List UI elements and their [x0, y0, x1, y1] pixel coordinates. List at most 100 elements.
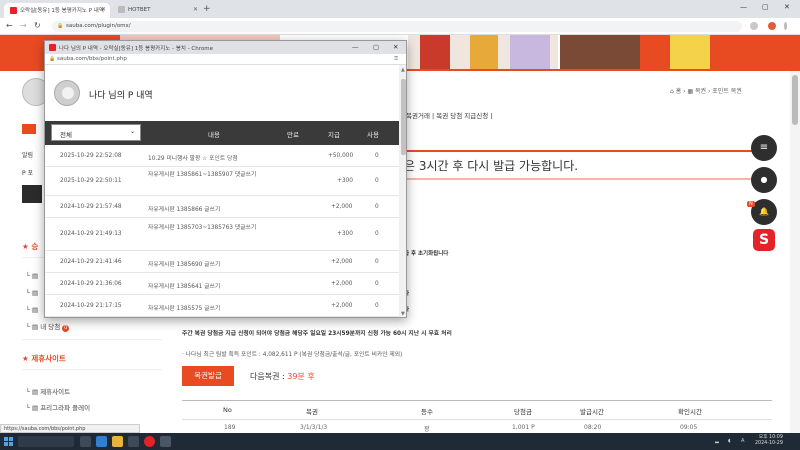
- row-used: 0: [375, 204, 379, 210]
- taskbar-search[interactable]: [18, 436, 74, 447]
- sidebar-item-label: 내 당첨: [40, 323, 61, 331]
- sidebar-item[interactable]: └ ▤: [26, 306, 38, 314]
- language-icon[interactable]: A: [741, 438, 744, 444]
- points-summary: · 나다님 최근 팀발 획득 포인트 : 4,082,611 P (복권 당첨금…: [182, 352, 403, 358]
- minimize-icon[interactable]: —: [352, 43, 359, 51]
- site-logo-icon[interactable]: S: [753, 229, 775, 251]
- reload-icon[interactable]: ↻: [34, 21, 41, 30]
- close-window-icon[interactable]: ✕: [784, 3, 790, 11]
- scrollbar-thumb[interactable]: [792, 75, 798, 125]
- key-icon: ⚿: [394, 56, 398, 62]
- site-favicon-icon: [118, 6, 125, 13]
- row-content: 10.29 미니행사 팔팡 ☆ 포인트 당첨: [148, 156, 238, 162]
- extension-icon[interactable]: [750, 22, 758, 30]
- tab-hotbet[interactable]: HOTBET ✕: [112, 3, 202, 18]
- banner-art: [710, 35, 800, 69]
- row-used: 0: [375, 303, 379, 309]
- row-date: 2024-10-29 21:41:46: [60, 259, 122, 265]
- page-scrollbar[interactable]: [790, 71, 800, 433]
- row-content: 자유게시판 1385690 글쓰기: [148, 262, 221, 268]
- row-amount: +50,000: [328, 153, 354, 159]
- close-tab-icon[interactable]: ✕: [193, 6, 198, 13]
- table-cell: 189: [224, 424, 236, 431]
- table-row: 2025-10-29 22:50:11 자유게시판 1385861~138590…: [45, 167, 399, 196]
- user-avatar: [54, 80, 80, 106]
- edge-icon[interactable]: [96, 436, 107, 447]
- row-date: 2025-10-29 22:52:08: [60, 153, 122, 159]
- file-explorer-icon[interactable]: [112, 436, 123, 447]
- row-content: 자유게시판 1385703~1385763 댓글쓰기: [148, 225, 257, 231]
- popup-url-bar[interactable]: 🔒 sauba.com/bbs/point.php ⚿: [45, 54, 406, 65]
- sidebar-tab[interactable]: [22, 124, 36, 134]
- scroll-up-icon[interactable]: ▲: [401, 67, 405, 73]
- sidebar-item[interactable]: └ ▤: [26, 272, 38, 280]
- maximize-icon[interactable]: ▢: [762, 3, 769, 11]
- menu-dots-icon[interactable]: [784, 22, 787, 30]
- tab-point-history[interactable]: 오락실[동유] 1등 봉평카지노 P 내역 ✕: [4, 3, 110, 18]
- network-icon[interactable]: ▂: [715, 438, 719, 444]
- column-header-content: 내용: [208, 131, 220, 139]
- scrollbar-thumb[interactable]: [401, 79, 406, 155]
- column-header: 발급시간: [580, 408, 604, 416]
- sub-nav-links[interactable]: 복권거래 | 복권 당첨 지급신청 |: [406, 110, 492, 120]
- notification-button[interactable]: 🔔: [751, 199, 777, 225]
- row-amount: +2,000: [331, 303, 353, 309]
- banner-art: [420, 35, 450, 69]
- sidebar-item-partner[interactable]: └ ▤ 프리그라파 플레이: [26, 402, 90, 412]
- link-status-bar: https://sauba.com/bbs/point.php: [0, 424, 140, 433]
- table-cell: 08:20: [584, 424, 602, 431]
- issue-lottery-button[interactable]: 복권발급: [182, 366, 234, 386]
- scroll-down-icon[interactable]: ▼: [401, 311, 405, 317]
- sidebar-item-partner[interactable]: └ ▤ 제휴사이트: [26, 386, 70, 396]
- popup-title-bar[interactable]: 나다 님의 P 내역 - 오락실[동유] 1등 봉평카지노 - 봉치 - Chr…: [45, 41, 406, 54]
- column-header-amount: 지급: [328, 131, 340, 139]
- menu-button[interactable]: ≡: [751, 135, 777, 161]
- row-date: 2024-10-29 21:17:15: [60, 303, 122, 309]
- url-field[interactable]: 🔒 sauba.com/plugin/omx/: [52, 21, 742, 32]
- row-used: 0: [375, 231, 379, 237]
- column-header: No: [223, 406, 232, 414]
- windows-start-icon[interactable]: [4, 437, 13, 446]
- sidebar-item[interactable]: └ ▤: [26, 289, 38, 297]
- count-badge: 0: [62, 325, 70, 332]
- notification-badge: N: [747, 201, 755, 207]
- row-date: 2024-10-29 21:49:13: [60, 231, 122, 237]
- url-text: sauba.com/plugin/omx/: [66, 23, 131, 29]
- table-cell: 09:05: [680, 424, 698, 431]
- volume-icon[interactable]: ◖: [728, 438, 731, 444]
- row-used: 0: [375, 153, 379, 159]
- sidebar-button[interactable]: [22, 185, 42, 203]
- close-window-icon[interactable]: ✕: [393, 43, 398, 51]
- row-content: 자유게시판 1385575 글쓰기: [148, 306, 221, 312]
- table-row: 2024-10-29 21:57:48 자유게시판 1385866 글쓰기 +2…: [45, 196, 399, 218]
- table-cell: 1,001 P: [512, 424, 535, 431]
- table-row: 2024-10-29 21:17:15 자유게시판 1385575 글쓰기 +2…: [45, 295, 399, 317]
- new-tab-icon[interactable]: +: [203, 4, 211, 14]
- avatar-face: [62, 87, 74, 99]
- column-header: 당첨금: [514, 408, 532, 416]
- popup-scrollbar[interactable]: ▲ ▼: [399, 65, 406, 317]
- user-button[interactable]: ●: [751, 167, 777, 193]
- app-icon[interactable]: [160, 436, 171, 447]
- profile-icon[interactable]: [768, 22, 776, 30]
- filter-select[interactable]: 전체 ⌄: [51, 124, 141, 141]
- sidebar-item-label: 프리그라파 플레이: [40, 404, 91, 412]
- sidebar-section-title: ★ 승: [22, 242, 39, 251]
- chrome-icon[interactable]: [144, 436, 155, 447]
- row-date: 2025-10-29 22:50:11: [60, 178, 122, 184]
- close-tab-icon[interactable]: ✕: [101, 6, 106, 13]
- task-view-icon[interactable]: [80, 436, 91, 447]
- filter-selected-value: 전체: [60, 131, 72, 139]
- next-lottery-label: 다음복권 :: [250, 372, 285, 381]
- clock[interactable]: 오후 10:09 2024-10-29: [755, 435, 783, 447]
- back-icon[interactable]: ←: [6, 21, 13, 30]
- divider: [22, 339, 162, 340]
- divider: [22, 369, 162, 370]
- row-used: 0: [375, 178, 379, 184]
- store-icon[interactable]: [128, 436, 139, 447]
- site-favicon-icon: [49, 44, 56, 51]
- maximize-icon[interactable]: ▢: [373, 43, 379, 51]
- forward-icon[interactable]: →: [20, 21, 27, 30]
- sidebar-item-my-post[interactable]: └ ▤ 내 당첨 0: [26, 321, 70, 332]
- minimize-icon[interactable]: —: [740, 3, 747, 11]
